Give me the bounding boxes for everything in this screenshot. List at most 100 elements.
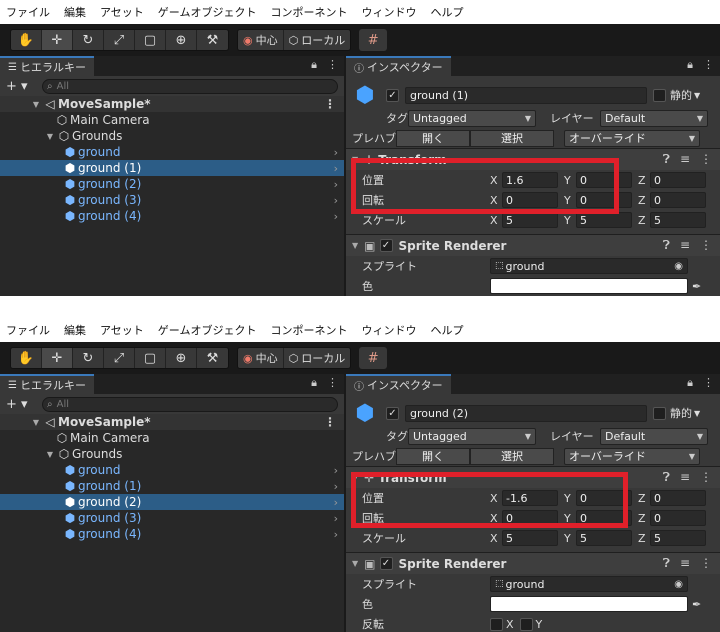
hierarchy-item-grounds[interactable]: ▼ ⬡ Grounds bbox=[0, 446, 344, 462]
scale-y-field[interactable]: 5 bbox=[576, 530, 632, 546]
more-menu-icon[interactable]: ⋮ bbox=[324, 415, 336, 429]
preset-icon[interactable]: ≡ bbox=[680, 152, 690, 167]
add-object-button[interactable]: + ▾ bbox=[6, 79, 42, 94]
position-y-field[interactable]: 0 bbox=[576, 490, 632, 506]
lock-icon[interactable]: 🔒︎ bbox=[311, 376, 317, 390]
move-tool-icon[interactable]: ✛ bbox=[42, 348, 73, 368]
scale-tool-icon[interactable]: ⤢ bbox=[104, 30, 135, 50]
menu-item-4[interactable]: コンポーネント bbox=[270, 4, 347, 20]
flip-y-checkbox[interactable] bbox=[519, 617, 533, 631]
chevron-right-icon[interactable]: › bbox=[334, 146, 338, 159]
sprite-renderer-enabled-checkbox[interactable]: ✓ bbox=[379, 557, 393, 570]
rotation-x-field[interactable]: 0 bbox=[502, 192, 558, 208]
menu-item-0[interactable]: ファイル bbox=[6, 4, 50, 20]
menu-item-2[interactable]: アセット bbox=[100, 4, 144, 20]
chevron-right-icon[interactable]: › bbox=[334, 480, 338, 493]
grid-snap-icon[interactable]: # bbox=[359, 29, 388, 51]
sprite-renderer-header[interactable]: ▼ ▣ ✓ Sprite Renderer ❓︎ ≡ ⋮ bbox=[346, 552, 720, 574]
position-z-field[interactable]: 0 bbox=[650, 490, 706, 506]
scale-x-field[interactable]: 5 bbox=[502, 212, 558, 228]
menu-item-1[interactable]: 編集 bbox=[64, 4, 86, 20]
scale-z-field[interactable]: 5 bbox=[650, 530, 706, 546]
eyedropper-icon[interactable]: ✒ bbox=[692, 280, 701, 293]
move-tool-icon[interactable]: ✛ bbox=[42, 30, 73, 50]
prefab-override-dropdown[interactable]: オーバーライド ▼ bbox=[564, 129, 700, 147]
hierarchy-item-ground-3[interactable]: ⬢ ground (3) › bbox=[0, 192, 344, 208]
preset-icon[interactable]: ≡ bbox=[680, 238, 690, 253]
expand-arrow-icon[interactable]: ▼ bbox=[44, 132, 56, 141]
menu-item-2[interactable]: アセット bbox=[100, 322, 144, 338]
transform-tool-icon[interactable]: ⊕ bbox=[166, 348, 197, 368]
expand-arrow-icon[interactable]: ▼ bbox=[352, 473, 358, 482]
position-x-field[interactable]: -1.6 bbox=[502, 490, 558, 506]
hierarchy-item-ground-0[interactable]: ⬢ ground › bbox=[0, 144, 344, 160]
hand-tool-icon[interactable]: ✋ bbox=[11, 348, 42, 368]
hierarchy-item-ground-3[interactable]: ⬢ ground (3) › bbox=[0, 510, 344, 526]
help-icon[interactable]: ❓︎ bbox=[663, 152, 670, 167]
rotation-z-field[interactable]: 0 bbox=[650, 510, 706, 526]
scale-z-field[interactable]: 5 bbox=[650, 212, 706, 228]
more-menu-icon[interactable]: ⋮ bbox=[327, 376, 338, 390]
sprite-renderer-enabled-checkbox[interactable]: ✓ bbox=[379, 239, 393, 252]
more-menu-icon[interactable]: ⋮ bbox=[700, 470, 712, 485]
add-object-button[interactable]: + ▾ bbox=[6, 397, 42, 412]
custom-tool-icon[interactable]: ⚒ bbox=[197, 348, 228, 368]
prefab-select-button[interactable]: 選択 bbox=[470, 447, 554, 465]
menu-item-5[interactable]: ウィンドウ bbox=[361, 322, 416, 338]
object-picker-icon[interactable]: ◉ bbox=[674, 579, 683, 590]
static-toggle[interactable]: 静的 ▼ bbox=[653, 405, 700, 421]
more-menu-icon[interactable]: ⋮ bbox=[700, 152, 712, 167]
sprite-renderer-header[interactable]: ▼ ▣ ✓ Sprite Renderer ❓︎ ≡ ⋮ bbox=[346, 234, 720, 256]
help-icon[interactable]: ❓︎ bbox=[663, 470, 670, 485]
chevron-right-icon[interactable]: › bbox=[334, 210, 338, 223]
more-menu-icon[interactable]: ⋮ bbox=[700, 556, 712, 571]
object-name-field[interactable]: ground (1) bbox=[405, 86, 647, 104]
rotation-z-field[interactable]: 0 bbox=[650, 192, 706, 208]
menu-item-5[interactable]: ウィンドウ bbox=[361, 4, 416, 20]
transform-tool-icon[interactable]: ⊕ bbox=[166, 30, 197, 50]
hand-tool-icon[interactable]: ✋ bbox=[11, 30, 42, 50]
object-picker-icon[interactable]: ◉ bbox=[674, 261, 683, 272]
hierarchy-item-main-camera[interactable]: ⬡ Main Camera bbox=[0, 430, 344, 446]
static-toggle[interactable]: 静的 ▼ bbox=[653, 87, 700, 103]
hierarchy-item-main-camera[interactable]: ⬡ Main Camera bbox=[0, 112, 344, 128]
rotate-tool-icon[interactable]: ↻ bbox=[73, 30, 104, 50]
hierarchy-search-input[interactable]: ⌕ All bbox=[42, 396, 338, 412]
position-x-field[interactable]: 1.6 bbox=[502, 172, 558, 188]
pivot-center-button[interactable]: ◉ 中心 bbox=[238, 348, 284, 368]
help-icon[interactable]: ❓︎ bbox=[663, 556, 670, 571]
hierarchy-item-ground-2[interactable]: ⬢ ground (2) › bbox=[0, 494, 344, 510]
scene-row[interactable]: ▼ ◁ MoveSample* ⋮ bbox=[0, 96, 344, 112]
expand-arrow-icon[interactable]: ▼ bbox=[44, 450, 56, 459]
expand-arrow-icon[interactable]: ▼ bbox=[352, 241, 358, 250]
expand-arrow-icon[interactable]: ▼ bbox=[30, 100, 42, 109]
menu-item-6[interactable]: ヘルプ bbox=[430, 4, 463, 20]
rotate-tool-icon[interactable]: ↻ bbox=[73, 348, 104, 368]
layer-dropdown[interactable]: Default ▼ bbox=[600, 109, 708, 127]
tab-inspector[interactable]: ⓘ インスペクター bbox=[346, 374, 451, 394]
eyedropper-icon[interactable]: ✒ bbox=[692, 598, 701, 611]
rotation-x-field[interactable]: 0 bbox=[502, 510, 558, 526]
tab-hierarchy[interactable]: ☰ ヒエラルキー bbox=[0, 374, 94, 394]
layer-dropdown[interactable]: Default ▼ bbox=[600, 427, 708, 445]
rotation-y-field[interactable]: 0 bbox=[576, 192, 632, 208]
chevron-right-icon[interactable]: › bbox=[334, 194, 338, 207]
grid-snap-icon[interactable]: # bbox=[359, 347, 388, 369]
chevron-right-icon[interactable]: › bbox=[334, 496, 338, 509]
scene-row[interactable]: ▼ ◁ MoveSample* ⋮ bbox=[0, 414, 344, 430]
preset-icon[interactable]: ≡ bbox=[680, 470, 690, 485]
chevron-right-icon[interactable]: › bbox=[334, 464, 338, 477]
object-name-field[interactable]: ground (2) bbox=[405, 404, 647, 422]
chevron-right-icon[interactable]: › bbox=[334, 512, 338, 525]
menu-item-1[interactable]: 編集 bbox=[64, 322, 86, 338]
hierarchy-item-grounds[interactable]: ▼ ⬡ Grounds bbox=[0, 128, 344, 144]
more-menu-icon[interactable]: ⋮ bbox=[324, 97, 336, 111]
hierarchy-item-ground-4[interactable]: ⬢ ground (4) › bbox=[0, 526, 344, 542]
expand-arrow-icon[interactable]: ▼ bbox=[352, 559, 358, 568]
transform-header[interactable]: ▼ ✛ Transform ❓︎ ≡ ⋮ bbox=[346, 148, 720, 170]
expand-arrow-icon[interactable]: ▼ bbox=[30, 418, 42, 427]
more-menu-icon[interactable]: ⋮ bbox=[703, 376, 714, 390]
rotation-y-field[interactable]: 0 bbox=[576, 510, 632, 526]
more-menu-icon[interactable]: ⋮ bbox=[700, 238, 712, 253]
menu-item-3[interactable]: ゲームオブジェクト bbox=[158, 322, 257, 338]
